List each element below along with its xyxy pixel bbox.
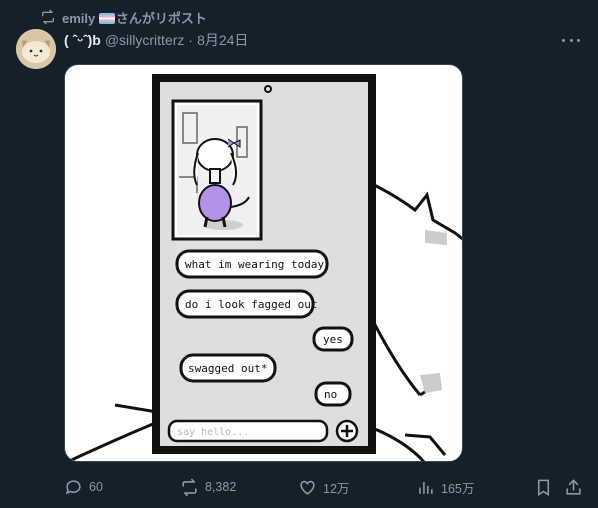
- repost-icon: [182, 478, 197, 496]
- repost-icon: [42, 9, 54, 25]
- chat-bubble: swagged out*: [179, 353, 277, 383]
- chat-bubble: no: [314, 381, 352, 407]
- share-icon: [566, 478, 581, 495]
- display-name[interactable]: ( ˆᵕˆ)b: [64, 32, 101, 48]
- action-bar: 60 8,382 12万 165万: [64, 476, 584, 498]
- trans-flag-icon: [98, 12, 115, 24]
- repost-label: さんがリポスト: [115, 10, 207, 26]
- reposter-name: emily: [62, 10, 96, 26]
- reply-button[interactable]: 60: [64, 476, 103, 498]
- views-icon: [419, 481, 433, 494]
- bubble-text: what im wearing today: [185, 258, 324, 271]
- bubble-text: swagged out*: [188, 362, 267, 375]
- post-image[interactable]: what im wearing today do i look fagged o…: [64, 64, 463, 462]
- user-handle[interactable]: @sillycritterz: [105, 32, 185, 48]
- separator-dot: ·: [188, 32, 194, 48]
- view-count: 165万: [441, 481, 475, 496]
- repost-count: 8,382: [205, 480, 237, 494]
- bookmark-icon: [537, 479, 550, 496]
- repost-indicator[interactable]: emily さんがリポスト: [40, 8, 207, 26]
- input-placeholder: say hello...: [177, 427, 249, 438]
- chat-bubble: do i look fagged out: [175, 289, 317, 319]
- reply-icon: [65, 479, 81, 495]
- views-button[interactable]: 165万: [416, 476, 474, 498]
- post-header: ( ˆᵕˆ)b @sillycritterz · 8月24日: [64, 30, 248, 50]
- chat-bubble: yes: [312, 326, 354, 352]
- reply-count: 60: [89, 480, 103, 494]
- bubble-text: no: [324, 388, 337, 401]
- repost-button[interactable]: 8,382: [180, 476, 236, 498]
- heart-icon: [300, 480, 315, 495]
- share-button[interactable]: [564, 476, 583, 498]
- avatar[interactable]: [16, 29, 56, 69]
- like-count: 12万: [323, 481, 350, 496]
- bubble-text: do i look fagged out: [185, 298, 317, 311]
- more-options-icon[interactable]: [562, 32, 580, 48]
- bookmark-button[interactable]: [534, 476, 553, 498]
- bubble-text: yes: [323, 333, 343, 346]
- like-button[interactable]: 12万: [298, 476, 349, 498]
- post-date[interactable]: 8月24日: [197, 30, 248, 50]
- chat-bubble: what im wearing today: [175, 249, 329, 279]
